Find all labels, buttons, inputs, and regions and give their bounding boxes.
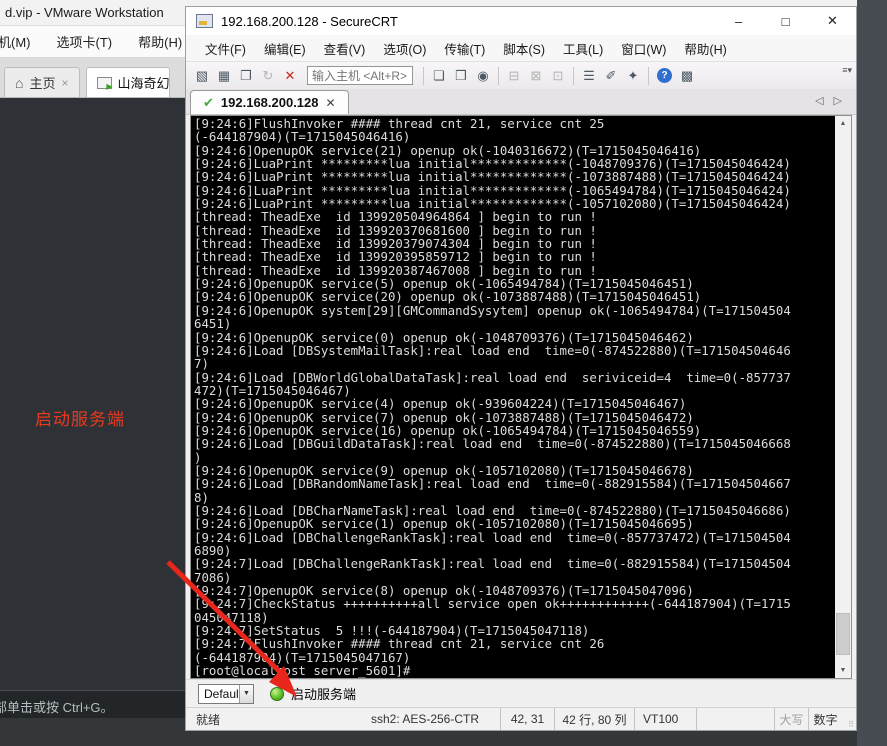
tab-scroll-left-icon[interactable]: ◁ [815,94,823,107]
status-cursor-position: 42, 31 [500,708,554,730]
keymap-icon[interactable]: ✐ [600,66,622,86]
securecrt-app-icon [196,14,213,28]
quick-connect-icon[interactable]: ▧ [191,66,213,86]
print-icon[interactable]: ⊟ [503,66,525,86]
session-close-icon[interactable]: ✕ [326,96,336,110]
status-ready: 就绪 [196,712,221,727]
session-options-icon[interactable]: ☰ [578,66,600,86]
vmware-menu-vm[interactable]: 机(M) [0,28,43,55]
find-icon[interactable]: ◉ [472,66,494,86]
start-server-button[interactable]: 启动服务端 [270,684,356,703]
home-tab-label: 主页 [29,76,56,91]
securecrt-window: 192.168.200.128 - SecureCRT – □ ✕ 文件(F) … [185,6,857,731]
menu-script[interactable]: 脚本(S) [494,35,554,62]
minimize-button[interactable]: – [715,7,762,35]
status-capslock: 大写 [774,708,808,730]
button-bar-profile-select[interactable]: Default ▼ [198,683,254,704]
session-tab[interactable]: ✔ 192.168.200.128 ✕ [190,90,349,114]
menu-view[interactable]: 查看(V) [315,35,375,62]
reconnect-icon[interactable]: ↻ [257,66,279,86]
close-button[interactable]: ✕ [809,7,856,35]
tab-scroll-right-icon[interactable]: ▷ [834,94,842,107]
status-empty-cell [696,708,774,730]
menu-help[interactable]: 帮助(H) [675,35,735,62]
status-numlock: 数字 [808,708,842,730]
vmware-menu-tabs[interactable]: 选项卡(T) [45,28,125,55]
paste-icon[interactable]: ❒ [450,66,472,86]
vmware-status-hint: 部单击或按 Ctrl+G。 [0,700,114,715]
print-preview-icon[interactable]: ⊠ [525,66,547,86]
connected-check-icon: ✔ [203,94,214,110]
session-tabbar: ✔ 192.168.200.128 ✕ ◁ ▷ [186,89,856,115]
copy-icon[interactable]: ❏ [428,66,450,86]
scroll-up-icon[interactable]: ▲ [835,116,851,131]
disconnect-icon[interactable]: ✕ [279,66,301,86]
maximize-button[interactable]: □ [762,7,809,35]
terminal-output[interactable]: [9:24:6]FlushInvoker #### thread cnt 21,… [194,117,834,678]
vmware-menu-help[interactable]: 帮助(H) [126,28,194,55]
securecrt-title: 192.168.200.128 - SecureCRT [221,13,398,29]
green-orb-icon [270,686,284,701]
resize-grip[interactable]: ⠿ [842,708,856,730]
connect-in-tab-icon[interactable]: ❐ [235,66,257,86]
menu-options[interactable]: 选项(O) [374,35,435,62]
terminal-scrollbar[interactable]: ▲ ▼ [835,116,851,678]
profile-value: Default [204,686,243,701]
annotation-start-server-text: 启动服务端 [35,410,125,429]
securecrt-toolbar: ▧ ▦ ❐ ↻ ✕ ❏ ❒ ◉ ⊟ ⊠ ⊡ ☰ ✐ ✦ ? ▩ ≡▾ [186,61,856,89]
help-icon[interactable]: ? [657,68,672,83]
securecrt-titlebar[interactable]: 192.168.200.128 - SecureCRT – □ ✕ [186,7,856,35]
key-icon[interactable]: ✦ [622,66,644,86]
status-emulation: VT100 [634,708,696,730]
menu-window[interactable]: 窗口(W) [612,35,675,62]
status-terminal-size: 42 行, 80 列 [554,708,634,730]
home-icon: ⌂ [15,74,24,91]
button-bar: Default ▼ 启动服务端 [186,679,856,707]
securecrt-statusbar: 就绪 ssh2: AES-256-CTR 42, 31 42 行, 80 列 V… [186,707,856,730]
session-tab-label: 192.168.200.128 [220,95,319,110]
start-server-label: 启动服务端 [291,687,357,702]
vmware-title: d.vip - VMware Workstation [5,5,164,20]
app-window-icon[interactable]: ▩ [676,66,698,86]
terminal[interactable]: [9:24:6]FlushInvoker #### thread cnt 21,… [190,115,852,679]
close-tab-icon[interactable]: × [61,76,68,90]
status-cipher: ssh2: AES-256-CTR [370,712,480,726]
menu-transfer[interactable]: 传输(T) [435,35,494,62]
vmware-tab-vm-session[interactable]: 山海奇幻录-爱 [85,67,170,97]
scroll-down-icon[interactable]: ▼ [835,663,851,678]
menu-edit[interactable]: 编辑(E) [255,35,315,62]
host-input[interactable] [307,66,413,85]
vmware-tab-home[interactable]: ⌂ 主页 × [4,67,80,97]
scrollbar-thumb[interactable] [836,613,850,655]
toolbar-overflow-icon[interactable]: ≡▾ [842,66,852,75]
vm-monitor-icon [96,76,113,91]
securecrt-menubar: 文件(F) 编辑(E) 查看(V) 选项(O) 传输(T) 脚本(S) 工具(L… [186,35,856,61]
menu-file[interactable]: 文件(F) [196,35,255,62]
chevron-down-icon[interactable]: ▼ [239,684,253,703]
vm-tab-label: 山海奇幻录-爱 [117,76,170,91]
connect-icon[interactable]: ▦ [213,66,235,86]
print-setup-icon[interactable]: ⊡ [547,66,569,86]
menu-tools[interactable]: 工具(L) [554,35,612,62]
